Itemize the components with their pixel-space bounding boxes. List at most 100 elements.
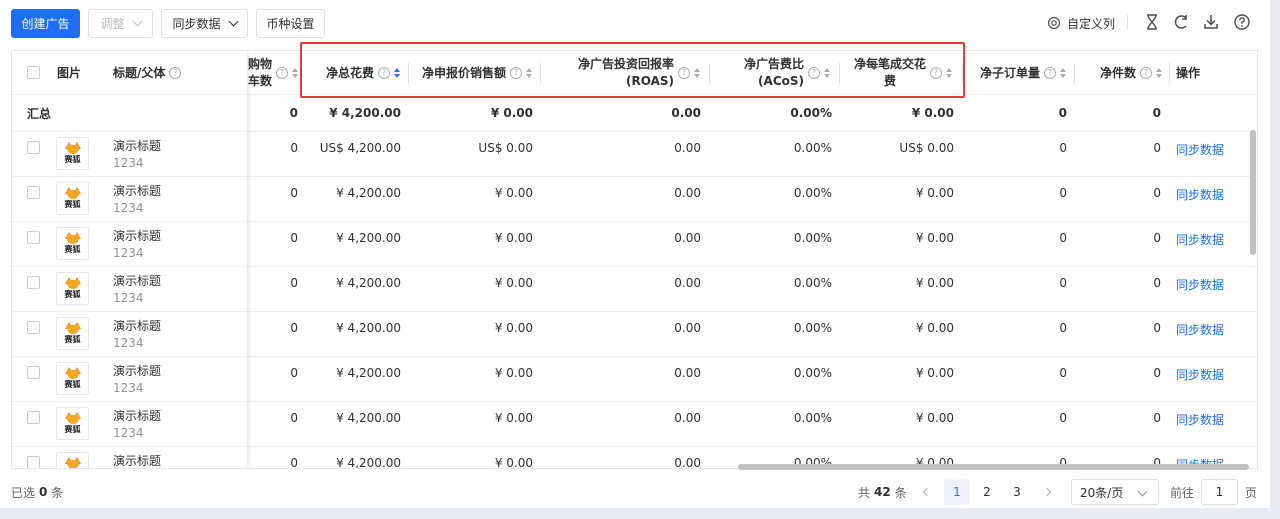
cell-roas: 0.00 xyxy=(674,231,701,245)
row-checkbox[interactable] xyxy=(27,267,40,312)
brand-text: 赛狐 xyxy=(64,245,81,254)
cell-cart: 0 xyxy=(290,186,298,200)
sort-icon[interactable] xyxy=(292,67,300,78)
title-cell: 演示标题 1234 xyxy=(113,267,161,312)
fox-logo-icon xyxy=(64,232,81,244)
page-3-button[interactable]: 3 xyxy=(1004,479,1030,505)
refresh-icon[interactable] xyxy=(1172,13,1190,31)
fixed-row: 赛狐 演示标题 1234 xyxy=(12,402,247,447)
header-net-units[interactable]: 净件数 ? xyxy=(1078,51,1164,94)
row-checkbox[interactable] xyxy=(27,447,40,468)
cell-cpo: ¥ 0.00 xyxy=(915,186,954,200)
cell-acos: 0.00% xyxy=(793,321,832,335)
cell-orders: 0 xyxy=(1059,231,1067,245)
cell-cart: 0 xyxy=(290,231,298,245)
product-thumbnail[interactable]: 赛狐 xyxy=(56,132,89,177)
page-size-value: 20条/页 xyxy=(1080,485,1124,500)
fox-logo-icon xyxy=(64,367,81,379)
product-subtitle: 1234 xyxy=(113,336,144,350)
select-all-checkbox[interactable] xyxy=(27,51,40,94)
cell-roas: 0.00 xyxy=(674,321,701,335)
sync-data-link[interactable]: 同步数据 xyxy=(1176,267,1246,312)
row-checkbox[interactable] xyxy=(27,357,40,402)
horizontal-scrollbar[interactable] xyxy=(738,464,1249,470)
header-cart-line2: 车数 xyxy=(248,73,273,88)
create-ad-button[interactable]: 创建广告 xyxy=(11,9,80,38)
product-thumbnail[interactable]: 赛狐 xyxy=(56,447,89,468)
cell-sales: US$ 0.00 xyxy=(478,141,533,155)
product-title: 演示标题 xyxy=(113,454,162,468)
page-1-button[interactable]: 1 xyxy=(944,479,970,505)
row-checkbox[interactable] xyxy=(27,177,40,222)
title-cell: 演示标题 1234 xyxy=(113,312,161,357)
summary-orders: 0 xyxy=(1058,106,1067,120)
data-table: 购物 车数 ? 净总花费 ? 净申报价销售额 ? 净广告投资回报率 (ROAS) ? xyxy=(11,50,1258,469)
cell-cpo: ¥ 0.00 xyxy=(915,231,954,245)
total-prefix: 共 xyxy=(858,485,871,500)
cell-orders: 0 xyxy=(1059,411,1067,425)
fixed-row: 赛狐 演示标题 1234 xyxy=(12,267,247,312)
header-title[interactable]: 标题/父体 ? xyxy=(113,51,182,94)
header-cart[interactable]: 购物 车数 ? xyxy=(248,51,300,94)
product-thumbnail[interactable]: 赛狐 xyxy=(56,402,89,447)
sync-data-link[interactable]: 同步数据 xyxy=(1176,132,1246,177)
adjust-dropdown-button[interactable]: 调整 xyxy=(88,9,153,38)
product-thumbnail[interactable]: 赛狐 xyxy=(56,267,89,312)
sync-data-link[interactable]: 同步数据 xyxy=(1176,312,1246,357)
page-size-select[interactable]: 20条/页 xyxy=(1071,479,1159,505)
currency-settings-button[interactable]: 币种设置 xyxy=(256,9,325,38)
cell-acos: 0.00% xyxy=(793,186,832,200)
row-checkbox[interactable] xyxy=(27,312,40,357)
product-thumbnail[interactable]: 赛狐 xyxy=(56,177,89,222)
cell-units: 0 xyxy=(1153,186,1161,200)
right-background xyxy=(1270,0,1280,519)
cell-roas: 0.00 xyxy=(674,456,701,469)
vertical-scrollbar[interactable] xyxy=(1250,130,1256,255)
product-thumbnail[interactable]: 赛狐 xyxy=(56,312,89,357)
next-page-button[interactable] xyxy=(1037,479,1057,505)
header-divider xyxy=(1169,63,1170,83)
cell-units: 0 xyxy=(1153,321,1161,335)
goto-page-input[interactable] xyxy=(1201,479,1238,505)
product-thumbnail[interactable]: 赛狐 xyxy=(56,222,89,267)
cell-units: 0 xyxy=(1153,231,1161,245)
cell-orders: 0 xyxy=(1059,321,1067,335)
custom-columns-button[interactable]: 自定义列 xyxy=(1047,12,1115,34)
toolbar-divider xyxy=(1127,15,1128,30)
brand-text: 赛狐 xyxy=(64,380,81,389)
title-cell: 演示标题 1234 xyxy=(113,177,161,222)
sync-data-link[interactable]: 同步数据 xyxy=(1176,357,1246,402)
cell-roas: 0.00 xyxy=(674,411,701,425)
fixed-row: 赛狐 演示标题 1234 xyxy=(12,357,247,402)
cell-cart: 0 xyxy=(290,321,298,335)
total-count-text: 共 42 条 xyxy=(858,479,907,505)
product-thumbnail[interactable]: 赛狐 xyxy=(56,357,89,402)
sort-icon[interactable] xyxy=(1060,67,1068,78)
product-subtitle: 1234 xyxy=(113,246,144,260)
brand-text: 赛狐 xyxy=(64,155,81,164)
sync-data-link[interactable]: 同步数据 xyxy=(1176,402,1246,447)
row-checkbox[interactable] xyxy=(27,402,40,447)
cell-units: 0 xyxy=(1153,276,1161,290)
hourglass-icon[interactable] xyxy=(1143,13,1161,31)
sync-data-link[interactable]: 同步数据 xyxy=(1176,222,1246,267)
cell-units: 0 xyxy=(1153,411,1161,425)
cell-cart: 0 xyxy=(290,456,298,469)
summary-sales: ¥ 0.00 xyxy=(490,106,533,120)
row-checkbox[interactable] xyxy=(27,222,40,267)
cell-spend: ¥ 4,200.00 xyxy=(336,321,401,335)
header-title-label: 标题/父体 xyxy=(113,66,166,80)
sync-data-dropdown-button[interactable]: 同步数据 xyxy=(161,9,248,38)
download-icon[interactable] xyxy=(1202,13,1220,31)
page-2-button[interactable]: 2 xyxy=(974,479,1000,505)
fixed-row: 赛狐 演示标题 1234 xyxy=(12,222,247,267)
summary-units: 0 xyxy=(1152,106,1161,120)
header-net-orders[interactable]: 净子订单量 ? xyxy=(967,51,1068,94)
row-checkbox[interactable] xyxy=(27,132,40,177)
sort-icon[interactable] xyxy=(1156,67,1164,78)
prev-page-button[interactable] xyxy=(917,479,937,505)
cell-acos: 0.00% xyxy=(793,231,832,245)
help-icon[interactable] xyxy=(1233,13,1251,31)
cell-units: 0 xyxy=(1153,141,1161,155)
sync-data-link[interactable]: 同步数据 xyxy=(1176,177,1246,222)
